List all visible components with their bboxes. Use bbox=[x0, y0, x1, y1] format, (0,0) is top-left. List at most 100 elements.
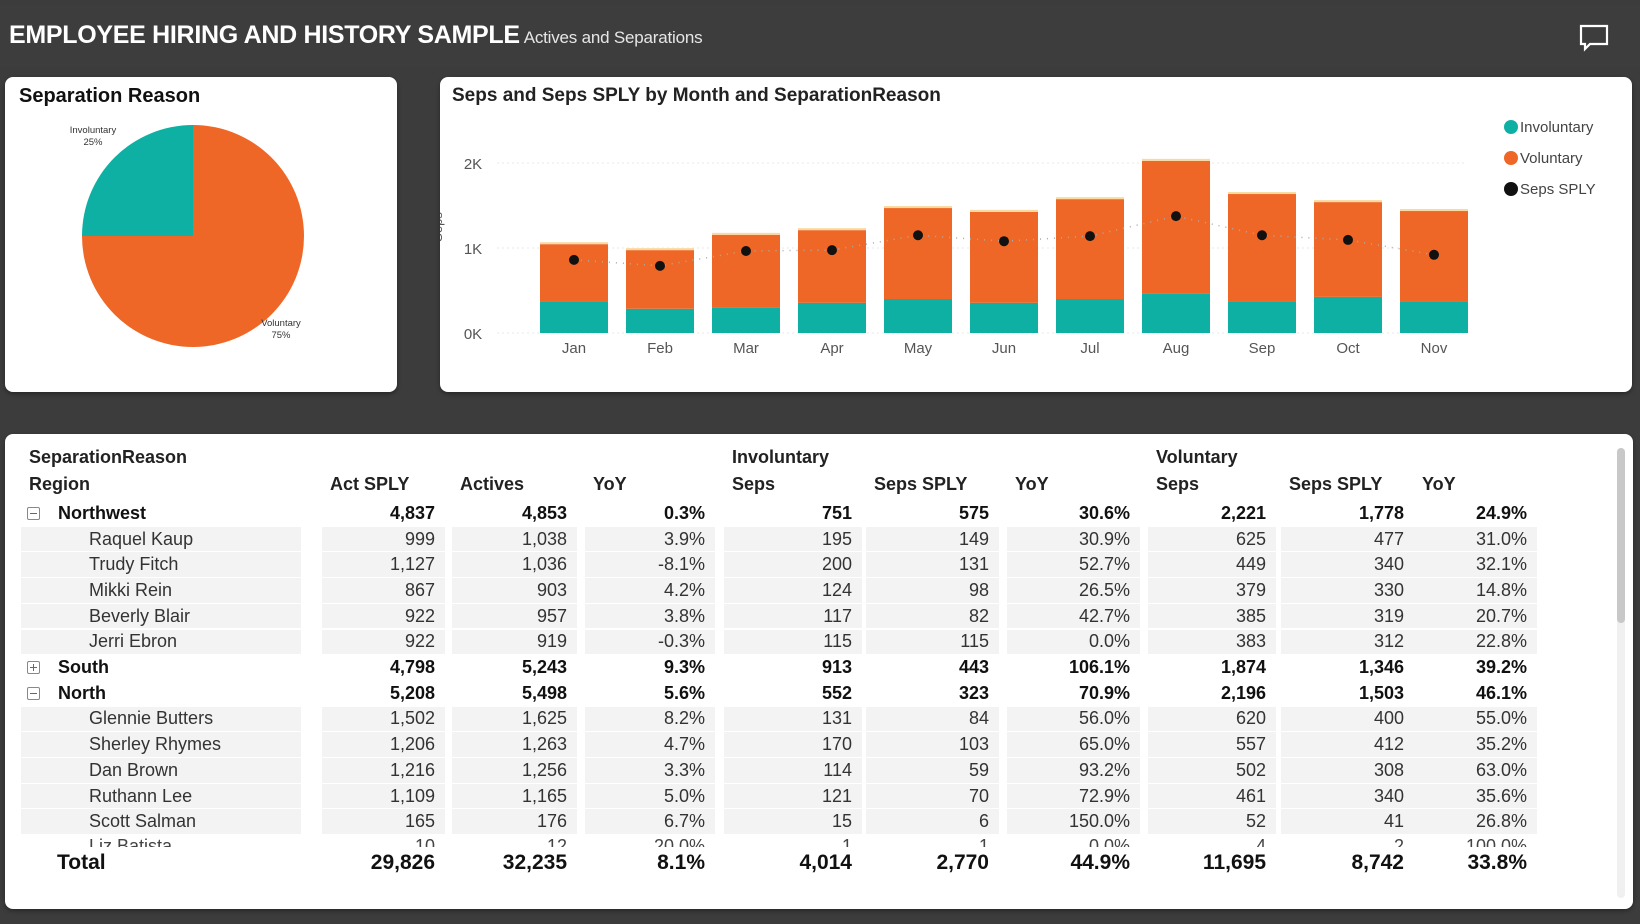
bar-involuntary-feb[interactable] bbox=[626, 308, 694, 333]
bar-voluntary-sep[interactable] bbox=[1228, 194, 1296, 302]
column-header-act-sply[interactable]: Act SPLY bbox=[322, 468, 445, 500]
table-row[interactable]: Beverly Blair 922 957 3.8% 117 82 42.7% 385 319 2… bbox=[21, 603, 1561, 630]
bar-involuntary-oct[interactable] bbox=[1314, 296, 1382, 333]
value-cell: 5,498 bbox=[452, 680, 577, 707]
seps-sply-dot-oct[interactable] bbox=[1343, 234, 1353, 245]
report-title: EMPLOYEE HIRING AND HISTORY SAMPLE bbox=[9, 21, 520, 49]
bar-voluntary-mar[interactable] bbox=[712, 234, 780, 308]
employee-name-cell: Sherley Rhymes bbox=[21, 732, 301, 758]
value-cell: 461 bbox=[1148, 783, 1276, 810]
group-header-involuntary[interactable]: Involuntary bbox=[724, 444, 1140, 470]
seps-sply-dot-nov[interactable] bbox=[1429, 249, 1439, 260]
bar-involuntary-nov[interactable] bbox=[1400, 301, 1468, 333]
value-cell: 65.0% bbox=[1007, 732, 1140, 758]
legend-label-involuntary[interactable]: Involuntary bbox=[1520, 119, 1594, 136]
x-tick-label: Feb bbox=[647, 340, 673, 357]
legend-marker-involuntary[interactable] bbox=[1504, 120, 1518, 134]
seps-sply-dot-aug[interactable] bbox=[1171, 211, 1181, 222]
vertical-scrollbar[interactable] bbox=[1617, 448, 1625, 623]
bar-voluntary-feb[interactable] bbox=[626, 250, 694, 309]
table-row[interactable]: Ruthann Lee 1,109 1,165 5.0% 121 70 72.9% 461 34… bbox=[21, 783, 1561, 810]
seps-sply-dot-jan[interactable] bbox=[569, 254, 579, 265]
legend-label-seps-sply[interactable]: Seps SPLY bbox=[1520, 181, 1596, 198]
bar-voluntary-jun[interactable] bbox=[970, 211, 1038, 303]
x-tick-label: Mar bbox=[733, 340, 759, 357]
table-row[interactable]: Raquel Kaup 999 1,038 3.9% 195 149 30.9% 625 477… bbox=[21, 526, 1561, 553]
value-cell: 124 bbox=[724, 578, 862, 604]
seps-sply-dot-mar[interactable] bbox=[741, 245, 751, 256]
value-cell: 625 bbox=[1148, 526, 1276, 553]
pie-pct-voluntary: 75% bbox=[271, 330, 291, 341]
bar-involuntary-aug[interactable] bbox=[1142, 293, 1210, 333]
table-row[interactable]: Sherley Rhymes 1,206 1,263 4.7% 170 103 65.0% 5… bbox=[21, 732, 1561, 758]
table-row[interactable]: Jerri Ebron 922 919 -0.3% 115 115 0.0% 383 312 22… bbox=[21, 629, 1561, 656]
seps-bar-chart-card: Seps and Seps SPLY by Month and Separati… bbox=[440, 77, 1632, 392]
value-cell: 200 bbox=[724, 552, 862, 579]
region-row[interactable]: South 4,798 5,243 9.3% 913 443 106.1% 1,874 1,34… bbox=[21, 655, 1561, 681]
comment-icon[interactable] bbox=[1578, 22, 1610, 54]
table-row[interactable]: Mikki Rein 867 903 4.2% 124 98 26.5% 379 330 14.8… bbox=[21, 578, 1561, 604]
report-header: EMPLOYEE HIRING AND HISTORY SAMPLE Active… bbox=[0, 5, 1640, 67]
column-header-yoy[interactable]: YoY bbox=[1414, 468, 1537, 500]
seps-sply-dot-feb[interactable] bbox=[655, 260, 665, 271]
bar-top-edge bbox=[1314, 200, 1382, 203]
value-cell: 1,127 bbox=[322, 552, 445, 579]
bar-involuntary-apr[interactable] bbox=[798, 302, 866, 333]
total-value-cell: 4,014 bbox=[724, 847, 862, 880]
seps-sply-dot-jul[interactable] bbox=[1085, 231, 1095, 242]
column-header-seps-sply[interactable]: Seps SPLY bbox=[866, 468, 999, 500]
bar-voluntary-may[interactable] bbox=[884, 208, 952, 299]
bar-voluntary-jan[interactable] bbox=[540, 244, 608, 302]
legend-marker-voluntary[interactable] bbox=[1504, 151, 1518, 165]
legend-marker-seps-sply[interactable] bbox=[1504, 182, 1518, 196]
region-row[interactable]: North 5,208 5,498 5.6% 552 323 70.9% 2,196 1,503… bbox=[21, 680, 1561, 707]
bar-involuntary-mar[interactable] bbox=[712, 307, 780, 333]
expand-icon[interactable] bbox=[27, 661, 40, 675]
table-row[interactable]: Glennie Butters 1,502 1,625 8.2% 131 84 56.0% 6… bbox=[21, 706, 1561, 733]
bar-voluntary-aug[interactable] bbox=[1142, 160, 1210, 294]
total-value-cell: 2,770 bbox=[866, 847, 999, 880]
employee-name-cell: Raquel Kaup bbox=[21, 526, 301, 553]
column-header-yoy[interactable]: YoY bbox=[1007, 468, 1140, 500]
column-header-actives[interactable]: Actives bbox=[452, 468, 577, 500]
report-subtitle: Actives and Separations bbox=[523, 28, 703, 47]
seps-sply-dot-apr[interactable] bbox=[827, 245, 837, 256]
bar-involuntary-sep[interactable] bbox=[1228, 301, 1296, 333]
seps-sply-dot-jun[interactable] bbox=[999, 236, 1009, 247]
row-label: Northwest bbox=[58, 502, 147, 523]
value-cell: 35.2% bbox=[1414, 732, 1537, 758]
collapse-icon[interactable] bbox=[27, 506, 40, 520]
pie-pct-involuntary: 25% bbox=[83, 137, 103, 148]
bar-involuntary-jun[interactable] bbox=[970, 302, 1038, 333]
table-row[interactable]: Trudy Fitch 1,127 1,036 -8.1% 200 131 52.7% 449… bbox=[21, 552, 1561, 579]
bar-voluntary-oct[interactable] bbox=[1314, 202, 1382, 297]
column-header-seps-sply[interactable]: Seps SPLY bbox=[1281, 468, 1414, 500]
group-header-voluntary[interactable]: Voluntary bbox=[1148, 444, 1537, 470]
region-row[interactable]: Northwest 4,837 4,853 0.3% 751 575 30.6% 2,221 1… bbox=[21, 501, 1561, 527]
legend-label-voluntary[interactable]: Voluntary bbox=[1520, 150, 1583, 167]
column-header-region[interactable]: Region bbox=[21, 468, 301, 500]
value-cell: 552 bbox=[724, 680, 862, 707]
collapse-icon[interactable] bbox=[27, 686, 40, 700]
table-row[interactable]: Scott Salman 165 176 6.7% 15 6 150.0% 52 41 26.8% bbox=[21, 809, 1561, 836]
bar-involuntary-jan[interactable] bbox=[540, 301, 608, 333]
value-cell: 4.2% bbox=[585, 578, 715, 604]
value-cell: 39.2% bbox=[1414, 655, 1537, 681]
value-cell: 59 bbox=[866, 758, 999, 784]
bar-voluntary-jul[interactable] bbox=[1056, 199, 1124, 299]
column-header-seps[interactable]: Seps bbox=[1148, 468, 1276, 500]
value-cell: 8.2% bbox=[585, 706, 715, 733]
value-cell: 5,243 bbox=[452, 655, 577, 681]
pie-label-involuntary: Involuntary bbox=[70, 125, 117, 136]
column-header-seps[interactable]: Seps bbox=[724, 468, 862, 500]
bar-involuntary-may[interactable] bbox=[884, 299, 952, 333]
seps-sply-dot-may[interactable] bbox=[913, 230, 923, 241]
seps-sply-dot-sep[interactable] bbox=[1257, 230, 1267, 241]
value-cell: 35.6% bbox=[1414, 783, 1537, 810]
x-tick-label: Jan bbox=[562, 340, 586, 357]
y-tick-label: 0K bbox=[464, 326, 482, 343]
table-row[interactable]: Dan Brown 1,216 1,256 3.3% 114 59 93.2% 502 308 6… bbox=[21, 758, 1561, 784]
bar-voluntary-apr[interactable] bbox=[798, 230, 866, 303]
bar-involuntary-jul[interactable] bbox=[1056, 299, 1124, 333]
column-header-yoy[interactable]: YoY bbox=[585, 468, 715, 500]
